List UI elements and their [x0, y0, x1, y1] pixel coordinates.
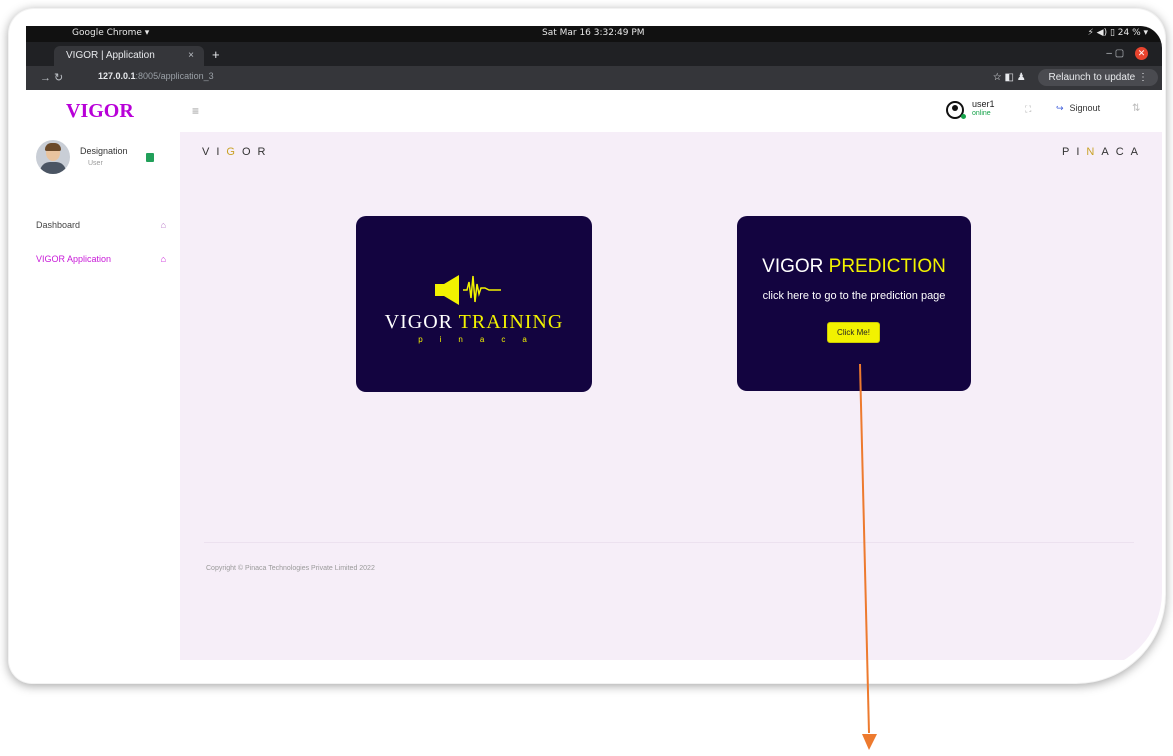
speaker-wave-icon — [435, 275, 501, 305]
web-page: VIGOR Designation User Dashboard ⌂ VIGOR… — [26, 90, 1162, 672]
url-host: 127.0.0.1 — [98, 71, 136, 81]
sidebar-item-label: Dashboard — [36, 220, 81, 230]
signout-icon: ↪ — [1056, 103, 1064, 113]
system-clock[interactable]: Sat Mar 16 3:32:49 PM — [542, 28, 645, 38]
home-icon: ⌂ — [160, 220, 166, 230]
profile-role: User — [88, 160, 103, 167]
footer-divider — [204, 542, 1134, 543]
user-profile: Designation User — [36, 140, 176, 180]
vigor-wordmark: VIGOR — [202, 146, 273, 158]
pinaca-wordmark: PINACA — [1062, 146, 1145, 158]
online-status-dot — [961, 114, 966, 119]
tab-close-icon[interactable]: × — [188, 50, 194, 61]
sort-icon[interactable]: ⇅ — [1132, 103, 1140, 114]
tab-strip: VIGOR | Application × + – ▢ ✕ — [26, 42, 1162, 66]
brand-logo[interactable]: VIGOR — [66, 100, 134, 123]
main-panel: VIGOR PINACA VIGOR TRAINING pinaca VIGOR… — [180, 132, 1162, 660]
relaunch-button[interactable]: Relaunch to update ⋮ — [1038, 69, 1158, 86]
signout-label: Signout — [1069, 103, 1101, 113]
address-bar[interactable]: 127.0.0.1:8005/application_3 — [98, 71, 214, 81]
window-close-icon[interactable]: ✕ — [1135, 47, 1148, 60]
user-name[interactable]: user1 — [972, 99, 995, 109]
screenshot-stage: Google Chrome ▾ Sat Mar 16 3:32:49 PM ⚡ … — [0, 0, 1173, 756]
prediction-title: VIGOR PREDICTION — [762, 256, 946, 277]
user-status: online — [972, 110, 991, 117]
home-icon: ⌂ — [160, 254, 166, 264]
window-controls: – ▢ ✕ — [1106, 47, 1148, 60]
vigor-training-logo: VIGOR TRAINING pinaca — [356, 272, 592, 344]
logo-subtitle: pinaca — [418, 335, 544, 344]
sidebar-item-vigor-application[interactable]: VIGOR Application ⌂ — [36, 254, 166, 264]
copyright-text: Copyright © Pinaca Technologies Private … — [206, 565, 375, 572]
sidebar-item-dashboard[interactable]: Dashboard ⌂ — [36, 220, 166, 230]
nav-buttons[interactable]: → ↻ — [40, 71, 63, 84]
os-top-bar: Google Chrome ▾ Sat Mar 16 3:32:49 PM ⚡ … — [26, 26, 1162, 42]
system-tray[interactable]: ⚡ ◀) ▯ 24 % ▾ — [1087, 28, 1148, 38]
training-card[interactable]: VIGOR TRAINING pinaca — [356, 216, 592, 392]
app-menu[interactable]: Google Chrome ▾ — [72, 28, 149, 38]
hamburger-menu-icon[interactable]: ≡ — [192, 104, 199, 118]
screenshot-frame: Google Chrome ▾ Sat Mar 16 3:32:49 PM ⚡ … — [8, 8, 1166, 684]
toolbar-actions: ☆ ◧ ♟ Relaunch to update ⋮ — [993, 69, 1158, 86]
browser-window: Google Chrome ▾ Sat Mar 16 3:32:49 PM ⚡ … — [26, 26, 1162, 672]
sidebar: VIGOR Designation User Dashboard ⌂ VIGOR… — [26, 90, 180, 672]
signout-button[interactable]: ↪ Signout — [1056, 103, 1100, 114]
logo-text: VIGOR TRAINING — [384, 311, 564, 333]
content-area: ≡ user1 online ⛶ ↪ Signout ⇅ VIGOR PINACA — [180, 90, 1162, 672]
new-tab-button[interactable]: + — [212, 47, 220, 62]
tab-vigor-application[interactable]: VIGOR | Application × — [54, 46, 204, 66]
avatar — [36, 140, 70, 174]
url-path: :8005/application_3 — [135, 71, 214, 81]
sidebar-item-label: VIGOR Application — [36, 254, 112, 264]
tab-title: VIGOR | Application — [66, 50, 155, 61]
badge-icon — [146, 153, 154, 162]
top-navbar: ≡ user1 online ⛶ ↪ Signout ⇅ — [180, 90, 1162, 132]
prediction-card[interactable]: VIGOR PREDICTION click here to go to the… — [737, 216, 971, 391]
click-me-button[interactable]: Click Me! — [827, 322, 880, 343]
toolbar-icons[interactable]: ☆ ◧ ♟ — [993, 72, 1026, 83]
profile-name: Designation — [80, 146, 128, 156]
minimize-maximize-icons[interactable]: – ▢ — [1106, 48, 1124, 59]
address-toolbar: → ↻ 127.0.0.1:8005/application_3 ☆ ◧ ♟ R… — [26, 66, 1162, 90]
prediction-description: click here to go to the prediction page — [762, 290, 946, 302]
fullscreen-icon[interactable]: ⛶ — [1025, 104, 1031, 115]
